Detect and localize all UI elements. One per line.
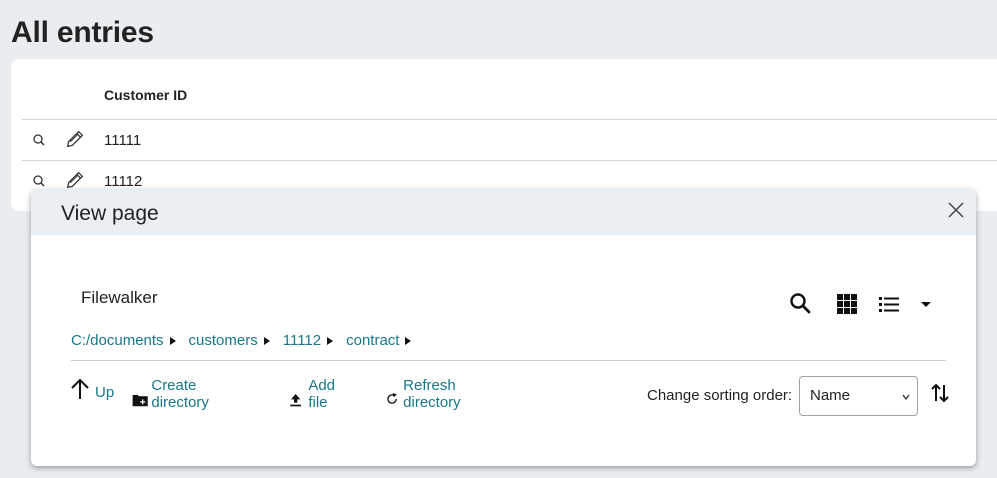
magnifier-icon[interactable] bbox=[31, 132, 47, 148]
sort-direction-icon[interactable] bbox=[930, 382, 950, 404]
caret-down-icon[interactable] bbox=[919, 297, 933, 311]
customer-id-cell: 11111 bbox=[104, 132, 142, 149]
customer-id-cell: 11112 bbox=[104, 173, 143, 190]
caret-right-icon bbox=[263, 336, 270, 345]
dialog-header: View page bbox=[31, 189, 976, 235]
close-icon[interactable] bbox=[946, 200, 966, 220]
refresh-icon bbox=[387, 393, 397, 404]
breadcrumb-item[interactable]: 11112 bbox=[283, 332, 334, 349]
folder-plus-icon bbox=[132, 394, 148, 407]
create-directory-label: Create directory bbox=[151, 377, 209, 411]
magnifier-icon[interactable] bbox=[31, 173, 47, 189]
column-header-customer-id: Customer ID bbox=[104, 87, 188, 103]
caret-right-icon bbox=[327, 336, 334, 345]
dialog-title: View page bbox=[61, 202, 159, 225]
upload-icon bbox=[290, 394, 301, 407]
arrow-up-icon bbox=[71, 378, 89, 399]
grid-view-icon[interactable] bbox=[836, 293, 858, 315]
caret-right-icon bbox=[169, 336, 176, 345]
refresh-directory-label: Refresh directory bbox=[403, 377, 461, 411]
breadcrumb: C:/documents customers 11112 contract bbox=[71, 332, 424, 349]
refresh-directory-button[interactable]: Refresh directory bbox=[385, 377, 471, 411]
pencil-icon[interactable] bbox=[64, 128, 86, 150]
list-view-icon[interactable] bbox=[878, 293, 900, 315]
divider bbox=[71, 360, 946, 361]
up-button[interactable]: Up bbox=[69, 377, 114, 401]
caret-right-icon bbox=[405, 336, 412, 345]
breadcrumb-link[interactable]: customers bbox=[189, 332, 258, 349]
breadcrumb-link[interactable]: C:/documents bbox=[71, 332, 164, 349]
breadcrumb-link[interactable]: 11112 bbox=[283, 332, 321, 349]
add-file-button[interactable]: Add file bbox=[289, 377, 342, 411]
add-file-label: Add file bbox=[308, 377, 336, 411]
filewalker-title: Filewalker bbox=[81, 288, 158, 307]
breadcrumb-link[interactable]: contract bbox=[346, 332, 399, 349]
create-directory-button[interactable]: Create directory bbox=[132, 377, 219, 411]
breadcrumb-item[interactable]: customers bbox=[189, 332, 270, 349]
sorting-label: Change sorting order: bbox=[647, 387, 793, 404]
sorting-selected-value: Name bbox=[810, 387, 851, 404]
breadcrumb-item[interactable]: C:/documents bbox=[71, 332, 176, 349]
breadcrumb-item[interactable]: contract bbox=[346, 332, 412, 349]
sorting-select[interactable]: Name bbox=[799, 376, 918, 416]
chevron-down-icon bbox=[902, 394, 910, 401]
search-icon[interactable] bbox=[788, 291, 812, 315]
pencil-icon[interactable] bbox=[64, 169, 86, 191]
view-page-dialog: View page Filewalker C:/documents custom… bbox=[31, 189, 976, 466]
table-row: 11111 bbox=[22, 119, 997, 160]
up-label: Up bbox=[95, 384, 115, 401]
page-title: All entries bbox=[11, 16, 154, 49]
